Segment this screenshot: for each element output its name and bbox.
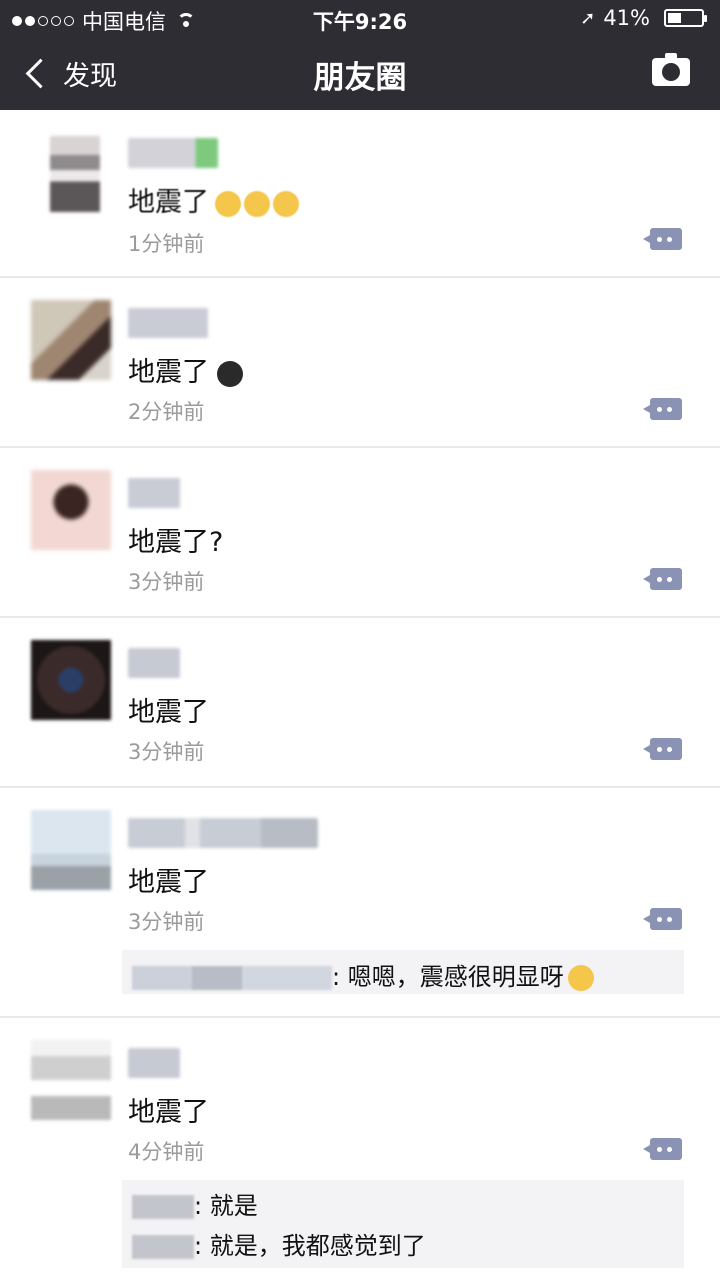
comment-item[interactable]: : 嗯嗯，震感很明显呀 [132, 957, 594, 992]
post-text: 地震了 [128, 860, 209, 899]
moment-post: 地震了 3分钟前 [0, 618, 720, 788]
avatar[interactable] [31, 300, 111, 380]
avatar[interactable] [50, 136, 100, 212]
comment-dots-icon[interactable] [643, 1138, 682, 1160]
post-text-label: 地震了 [128, 697, 209, 728]
comment-item[interactable]: : 就是 [132, 1186, 258, 1221]
moment-post: 地震了 4分钟前 : 就是 : 就是，我都感觉到了 [0, 1018, 720, 1280]
comment-text: : 就是 [194, 1192, 258, 1220]
author-name-blurred[interactable] [128, 818, 318, 848]
comment-list: : 嗯嗯，震感很明显呀 [122, 950, 684, 994]
post-timestamp: 3分钟前 [128, 910, 205, 934]
moments-feed: 地震了 1分钟前 地震了 2分钟前 地震了? 3分钟前 地震了 3分钟前 地震了… [0, 110, 720, 1280]
crying-emoji-icon [244, 190, 270, 217]
comment-text: : 嗯嗯，震感很明显呀 [332, 963, 564, 991]
comment-author-blurred[interactable] [132, 966, 332, 990]
comment-text: : 就是，我都感觉到了 [194, 1232, 426, 1260]
post-text: 地震了 [128, 690, 209, 729]
moment-post: 地震了 2分钟前 [0, 278, 720, 448]
post-text: 地震了? [128, 520, 223, 559]
comment-dots-icon[interactable] [643, 398, 682, 420]
comment-dots-icon[interactable] [643, 908, 682, 930]
battery-icon [664, 9, 707, 27]
post-text-label: 地震了 [128, 357, 209, 388]
post-timestamp: 4分钟前 [128, 1140, 205, 1164]
page-title: 朋友圈 [313, 60, 407, 96]
avatar[interactable] [31, 640, 111, 720]
battery-percent: 41% [603, 6, 650, 30]
author-name-blurred[interactable] [128, 308, 208, 338]
top-bar: 中国电信 下午9:26 ➚ 41% 发现 朋友圈 [0, 0, 720, 110]
status-bar: 中国电信 下午9:26 ➚ 41% [0, 0, 720, 36]
post-timestamp: 1分钟前 [128, 232, 205, 256]
post-text: 地震了 [128, 1090, 209, 1129]
moment-post: 地震了 3分钟前 : 嗯嗯，震感很明显呀 [0, 788, 720, 1018]
author-name-blurred[interactable] [128, 1048, 180, 1078]
post-timestamp: 2分钟前 [128, 400, 205, 424]
navigation-bar: 发现 朋友圈 [0, 38, 720, 110]
post-text: 地震了 [128, 350, 243, 389]
moment-post: 地震了 1分钟前 [0, 110, 720, 278]
post-timestamp: 3分钟前 [128, 740, 205, 764]
comment-dots-icon[interactable] [643, 738, 682, 760]
camera-icon[interactable] [652, 53, 690, 86]
post-text-label: 地震了? [128, 527, 224, 558]
status-right: ➚ 41% [580, 6, 707, 30]
author-name-blurred[interactable] [128, 648, 180, 678]
avatar[interactable] [31, 810, 111, 890]
post-text-label: 地震了 [128, 187, 209, 218]
moment-post: 地震了? 3分钟前 [0, 448, 720, 618]
crying-emoji-icon [215, 190, 241, 217]
post-text-label: 地震了 [128, 1097, 209, 1128]
dizzy-emoji-icon [567, 965, 594, 991]
comment-dots-icon[interactable] [643, 568, 682, 590]
owl-emoji-icon [217, 360, 243, 387]
author-name-blurred[interactable] [128, 138, 218, 168]
author-name-blurred[interactable] [128, 478, 180, 508]
post-text: 地震了 [128, 180, 299, 219]
avatar[interactable] [31, 470, 111, 550]
comment-author-blurred[interactable] [132, 1235, 194, 1259]
crying-emoji-icon [273, 190, 299, 217]
comment-author-blurred[interactable] [132, 1195, 194, 1219]
post-text-label: 地震了 [128, 867, 209, 898]
battery-fill [668, 13, 681, 23]
comment-item[interactable]: : 就是，我都感觉到了 [132, 1226, 426, 1261]
avatar[interactable] [31, 1040, 111, 1120]
post-timestamp: 3分钟前 [128, 570, 205, 594]
comment-list: : 就是 : 就是，我都感觉到了 [122, 1180, 684, 1268]
comment-dots-icon[interactable] [643, 228, 682, 250]
location-arrow-icon: ➚ [580, 7, 596, 29]
